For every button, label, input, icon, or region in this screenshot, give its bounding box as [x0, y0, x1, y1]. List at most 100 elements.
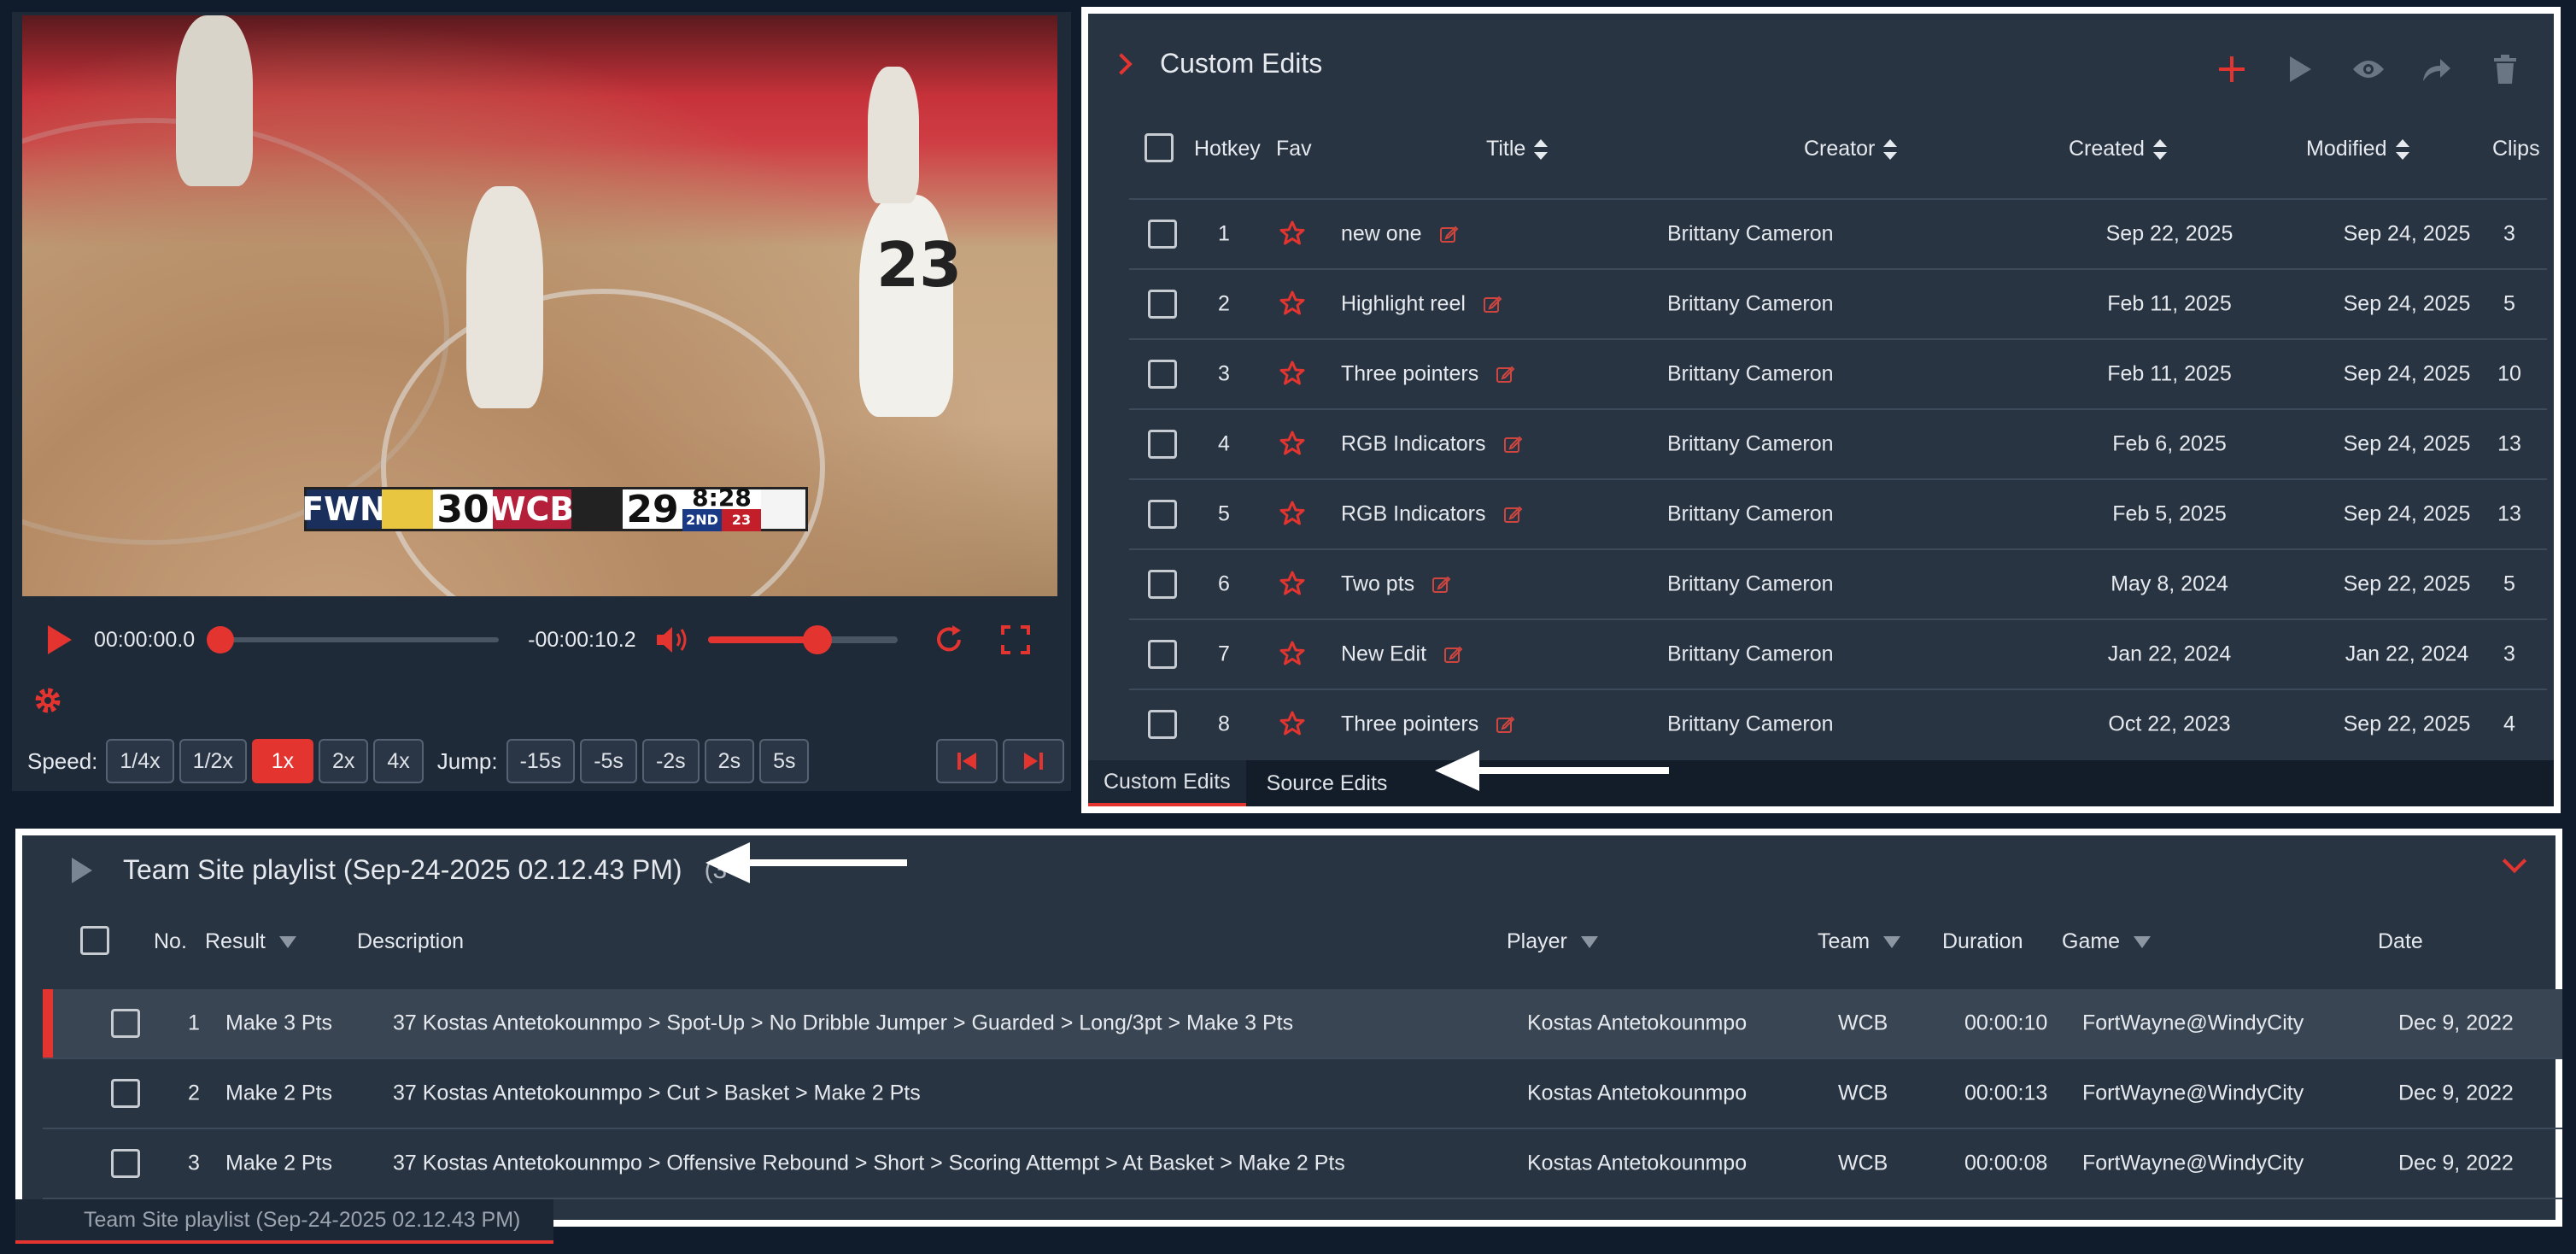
- jump-back-5-button[interactable]: -5s: [580, 739, 637, 783]
- chevron-right-icon[interactable]: [1110, 52, 1133, 75]
- col-result-label: Result: [205, 929, 266, 953]
- row-checkbox[interactable]: [111, 1079, 140, 1108]
- speed-1x-button[interactable]: 1x: [251, 739, 313, 783]
- volume-slider[interactable]: [707, 625, 898, 654]
- edit-pencil-icon[interactable]: [1503, 434, 1524, 454]
- play-icon[interactable]: [48, 625, 72, 654]
- app-root: 23 FWN 30 WCB 29 8:28 2ND 23 00:00:00.0 …: [0, 0, 2576, 1254]
- edits-row[interactable]: 5 RGB Indicators Brittany Cameron Feb 5, 20…: [1129, 478, 2547, 548]
- sort-icon: [2152, 138, 2167, 160]
- row-creator: Brittany Cameron: [1667, 221, 1834, 246]
- playlist-row[interactable]: 2 Make 2 Pts 37 Kostas Antetokounmpo > Cut…: [43, 1059, 2562, 1129]
- row-modified: Sep 22, 2025: [2343, 571, 2471, 596]
- play-playlist-icon[interactable]: [72, 857, 92, 883]
- jump-forward-5-button[interactable]: 5s: [759, 739, 810, 783]
- row-checkbox[interactable]: [1148, 570, 1177, 599]
- row-checkbox[interactable]: [1148, 360, 1177, 389]
- playlist-table-body: 1 Make 3 Pts 37 Kostas Antetokounmpo > Spo…: [43, 989, 2562, 1199]
- speed-4x-button[interactable]: 4x: [373, 739, 424, 783]
- playlist-row[interactable]: 1 Make 3 Pts 37 Kostas Antetokounmpo > Spo…: [43, 989, 2562, 1059]
- edits-row[interactable]: 8 Three pointers Brittany Cameron Oct 22, 2…: [1129, 689, 2547, 759]
- row-checkbox[interactable]: [111, 1009, 140, 1038]
- trash-icon[interactable]: [2487, 51, 2523, 87]
- annotation-arrow: [705, 842, 907, 883]
- chevron-down-icon[interactable]: [2502, 848, 2527, 874]
- replay-icon[interactable]: [932, 623, 966, 657]
- jump-back-15-button[interactable]: -15s: [506, 739, 576, 783]
- edits-row[interactable]: 2 Highlight reel Brittany Cameron Feb 11, 2…: [1129, 268, 2547, 338]
- speed-2x-button[interactable]: 2x: [318, 739, 369, 783]
- speed-half-button[interactable]: 1/2x: [179, 739, 247, 783]
- edit-pencil-icon[interactable]: [1496, 714, 1516, 735]
- edit-pencil-icon[interactable]: [1431, 574, 1452, 595]
- add-icon[interactable]: [2214, 51, 2250, 87]
- tab-playlist[interactable]: Team Site playlist (Sep-24-2025 02.12.43…: [15, 1199, 553, 1244]
- filter-icon: [1580, 935, 1598, 948]
- edit-pencil-icon[interactable]: [1503, 504, 1524, 524]
- select-all-checkbox[interactable]: [1145, 133, 1174, 162]
- previous-clip-button[interactable]: [936, 739, 998, 783]
- edit-pencil-icon[interactable]: [1443, 644, 1464, 665]
- row-checkbox[interactable]: [111, 1149, 140, 1178]
- edits-row[interactable]: 7 New Edit Brittany Cameron Jan 22, 2024 Jan…: [1129, 618, 2547, 689]
- edit-pencil-icon[interactable]: [1483, 294, 1503, 314]
- jump-forward-2-button[interactable]: 2s: [704, 739, 755, 783]
- seek-bar[interactable]: [207, 626, 500, 653]
- row-checkbox[interactable]: [1148, 430, 1177, 459]
- edits-row[interactable]: 3 Three pointers Brittany Cameron Feb 11, 2…: [1129, 338, 2547, 408]
- col-result[interactable]: Result: [205, 929, 296, 954]
- row-clips: 5: [2503, 571, 2515, 596]
- edits-row[interactable]: 6 Two pts Brittany Cameron May 8, 2024 Sep 2…: [1129, 548, 2547, 618]
- col-team[interactable]: Team: [1818, 929, 1901, 954]
- edits-tabs: Custom Edits Source Edits: [1088, 760, 2554, 806]
- jump-back-2-button[interactable]: -2s: [641, 739, 700, 783]
- volume-knob[interactable]: [803, 625, 833, 654]
- edit-pencil-icon[interactable]: [1496, 364, 1516, 384]
- col-player[interactable]: Player: [1507, 929, 1598, 954]
- star-icon[interactable]: [1279, 360, 1307, 388]
- star-icon[interactable]: [1279, 571, 1307, 598]
- row-hotkey: 1: [1218, 221, 1230, 246]
- col-creator[interactable]: Creator: [1804, 137, 1898, 161]
- tab-custom-edits[interactable]: Custom Edits: [1088, 760, 1246, 806]
- fullscreen-icon[interactable]: [1000, 624, 1031, 655]
- volume-icon[interactable]: [655, 624, 693, 655]
- row-checkbox[interactable]: [1148, 500, 1177, 529]
- row-checkbox[interactable]: [1148, 220, 1177, 249]
- row-clips: 10: [2497, 361, 2521, 386]
- col-title[interactable]: Title: [1486, 137, 1549, 161]
- star-icon[interactable]: [1279, 501, 1307, 528]
- speed-quarter-button[interactable]: 1/4x: [106, 739, 174, 783]
- playlist-panel: Team Site playlist (Sep-24-2025 02.12.43…: [15, 829, 2562, 1227]
- row-checkbox[interactable]: [1148, 710, 1177, 739]
- star-icon[interactable]: [1279, 431, 1307, 458]
- sort-icon: [2395, 138, 2409, 160]
- edit-pencil-icon[interactable]: [1439, 224, 1460, 244]
- col-game[interactable]: Game: [2062, 929, 2152, 954]
- col-created[interactable]: Created: [2069, 137, 2167, 161]
- star-icon[interactable]: [1279, 290, 1307, 318]
- row-hotkey: 4: [1218, 431, 1230, 456]
- eye-icon[interactable]: [2351, 51, 2386, 87]
- settings-gear-icon[interactable]: [31, 683, 65, 718]
- row-checkbox[interactable]: [1148, 640, 1177, 669]
- next-clip-button[interactable]: [1003, 739, 1064, 783]
- seek-knob[interactable]: [207, 626, 235, 653]
- tab-source-edits[interactable]: Source Edits: [1251, 760, 1403, 806]
- video-frame[interactable]: 23 FWN 30 WCB 29 8:28 2ND 23: [22, 15, 1057, 596]
- edits-row[interactable]: 1 new one Brittany Cameron Sep 22, 2025 Sep …: [1129, 198, 2547, 268]
- col-hotkey: Hotkey: [1194, 137, 1261, 161]
- play-edit-icon[interactable]: [2282, 51, 2318, 87]
- row-checkbox[interactable]: [1148, 290, 1177, 319]
- playlist-row[interactable]: 3 Make 2 Pts 37 Kostas Antetokounmpo > Off…: [43, 1129, 2562, 1199]
- star-icon[interactable]: [1279, 641, 1307, 668]
- share-icon[interactable]: [2419, 51, 2455, 87]
- col-no: No.: [154, 929, 187, 953]
- row-title: new one: [1341, 221, 1422, 246]
- select-all-clips-checkbox[interactable]: [80, 926, 109, 955]
- star-icon[interactable]: [1279, 711, 1307, 738]
- col-modified[interactable]: Modified: [2306, 137, 2409, 161]
- edits-row[interactable]: 4 RGB Indicators Brittany Cameron Feb 6, 20…: [1129, 408, 2547, 478]
- star-icon[interactable]: [1279, 220, 1307, 248]
- row-description: 37 Kostas Antetokounmpo > Offensive Rebo…: [393, 1151, 1345, 1175]
